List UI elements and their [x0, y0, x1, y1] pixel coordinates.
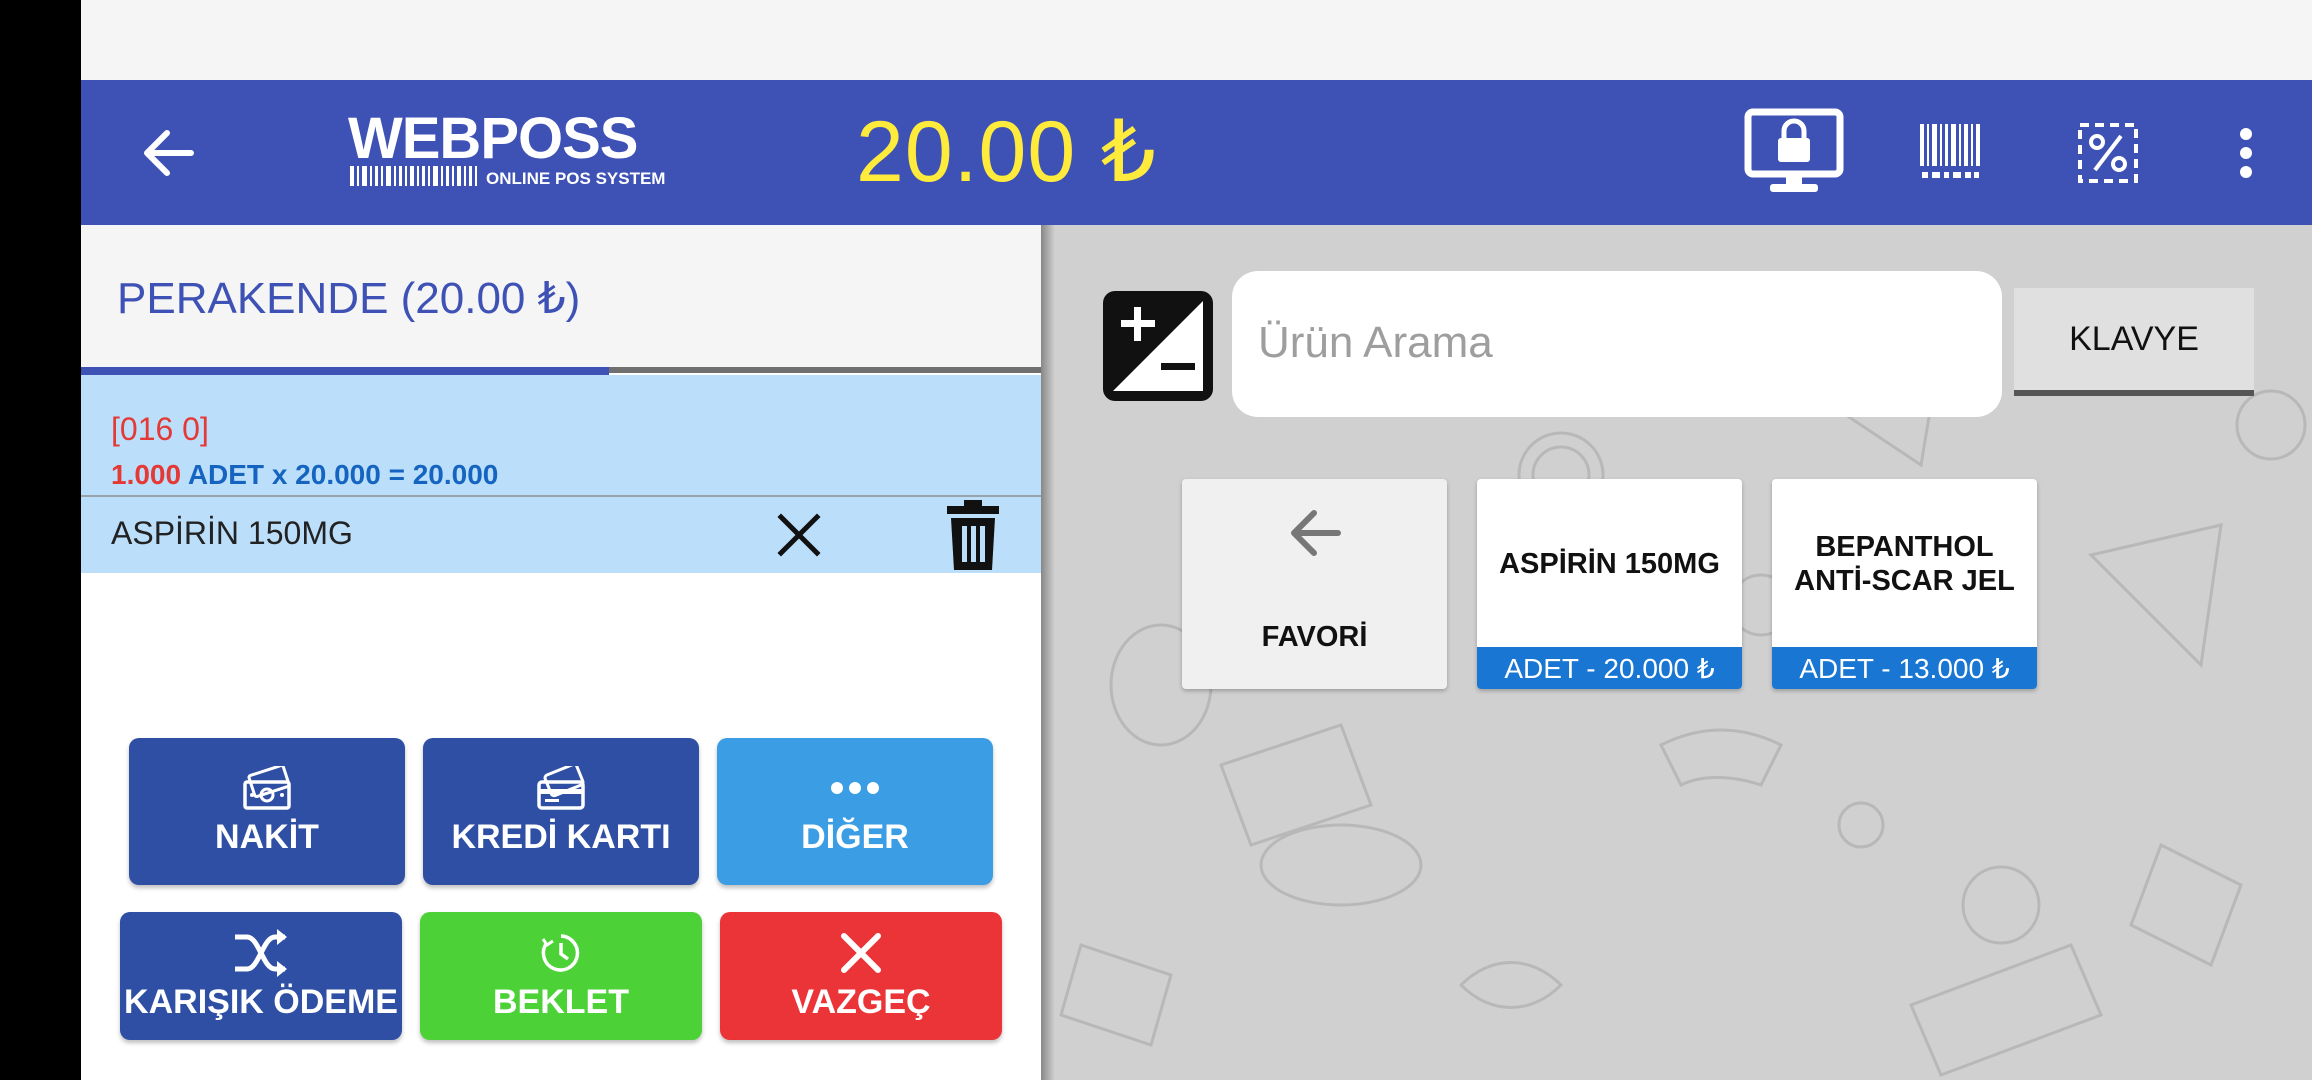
- webposs-logo: WEBPOSS ONLINE POS SYSTEM: [346, 100, 706, 200]
- favorite-label: FAVORİ: [1261, 621, 1368, 653]
- discount-button[interactable]: [2077, 122, 2139, 184]
- barcode-button[interactable]: [1918, 122, 1982, 182]
- delete-item-button[interactable]: [943, 498, 1003, 572]
- status-bar: [81, 0, 2312, 80]
- item-calc-text: ADET x 20.000 = 20.000: [181, 459, 499, 490]
- remove-item-button[interactable]: [769, 505, 829, 565]
- product-search-box[interactable]: [1232, 271, 2002, 417]
- item-code: [016 0]: [111, 411, 209, 447]
- close-icon: [841, 932, 881, 973]
- mixed-payment-label: KARIŞIK ÖDEME: [124, 982, 398, 1021]
- product-panel: KLAVYE FAVORİ ASPİRİN 150MG ADET - 20.00…: [1041, 225, 2312, 1080]
- item-divider: [81, 495, 1041, 497]
- device-bezel: [0, 0, 81, 1080]
- top-app-bar: WEBPOSS ONLINE POS SYSTEM 20.00 ₺: [81, 80, 2312, 225]
- item-name: ASPİRİN 150MG: [111, 515, 353, 551]
- product-name: BEPANTHOL ANTİ-SCAR JEL: [1772, 479, 2037, 649]
- mixed-payment-button[interactable]: KARIŞIK ÖDEME: [120, 912, 402, 1040]
- cart-panel: PERAKENDE (20.00 ₺) [016 0] 1.000 ADET x…: [81, 225, 1041, 1080]
- lock-screen-button[interactable]: [1744, 108, 1844, 196]
- app-window: WEBPOSS ONLINE POS SYSTEM 20.00 ₺ PERAKE…: [81, 0, 2312, 1080]
- cancel-button[interactable]: VAZGEÇ: [720, 912, 1002, 1040]
- svg-text:WEBPOSS: WEBPOSS: [348, 106, 638, 171]
- back-arrow-icon: [1291, 510, 1341, 556]
- hold-label: BEKLET: [493, 982, 629, 1021]
- more-horiz-icon: [831, 782, 879, 794]
- close-icon: [777, 513, 821, 557]
- trash-icon: [947, 500, 999, 570]
- product-price: ADET - 20.000 ₺: [1477, 647, 1742, 689]
- more-vert-icon: [2240, 128, 2252, 178]
- credit-card-label: KREDİ KARTI: [451, 818, 671, 856]
- back-button[interactable]: [133, 118, 203, 188]
- svg-text:ONLINE POS SYSTEM: ONLINE POS SYSTEM: [486, 169, 665, 188]
- item-quantity: 1.000: [111, 459, 182, 490]
- product-tile[interactable]: ASPİRİN 150MG ADET - 20.000 ₺: [1477, 479, 1742, 689]
- more-options-button[interactable]: [2231, 122, 2261, 184]
- cash-label: NAKİT: [215, 818, 319, 856]
- shuffle-icon: [235, 928, 287, 977]
- favorite-back-tile[interactable]: FAVORİ: [1182, 479, 1447, 689]
- other-payment-label: DİĞER: [801, 818, 909, 856]
- cash-payment-button[interactable]: NAKİT: [129, 738, 405, 885]
- keyboard-button[interactable]: KLAVYE: [2014, 288, 2254, 396]
- cancel-label: VAZGEÇ: [791, 982, 931, 1021]
- credit-card-button[interactable]: KREDİ KARTI: [423, 738, 699, 885]
- customer-tab[interactable]: PERAKENDE (20.00 ₺): [81, 225, 1041, 375]
- hold-button[interactable]: BEKLET: [420, 912, 702, 1040]
- cart-total: 20.00 ₺: [856, 104, 1157, 200]
- panel-divider-shadow: [1041, 225, 1055, 1080]
- plus-minus-toggle[interactable]: [1103, 291, 1213, 401]
- product-search-input[interactable]: [1258, 311, 1958, 375]
- tab-indicator: [81, 367, 609, 375]
- cash-icon: [243, 766, 291, 810]
- product-tile[interactable]: BEPANTHOL ANTİ-SCAR JEL ADET - 13.000 ₺: [1772, 479, 2037, 689]
- clock-icon: [541, 933, 580, 972]
- item-calculation: 1.000 ADET x 20.000 = 20.000: [111, 459, 498, 491]
- lock-monitor-icon: [1744, 108, 1844, 192]
- cart-item[interactable]: [016 0] 1.000 ADET x 20.000 = 20.000 ASP…: [81, 375, 1041, 573]
- other-payment-button[interactable]: DİĞER: [717, 738, 993, 885]
- product-price: ADET - 13.000 ₺: [1772, 647, 2037, 689]
- product-name-line1: BEPANTHOL: [1815, 531, 1994, 563]
- back-arrow-icon: [144, 130, 194, 176]
- barcode-icon: [1920, 124, 1980, 178]
- product-name-line2: ANTİ-SCAR JEL: [1794, 565, 2015, 597]
- customer-label: PERAKENDE (20.00 ₺): [117, 274, 581, 323]
- product-name: ASPİRİN 150MG: [1499, 548, 1720, 580]
- plus-minus-icon: [1103, 291, 1213, 401]
- credit-card-icon: [537, 766, 585, 810]
- discount-percent-icon: [2078, 123, 2138, 183]
